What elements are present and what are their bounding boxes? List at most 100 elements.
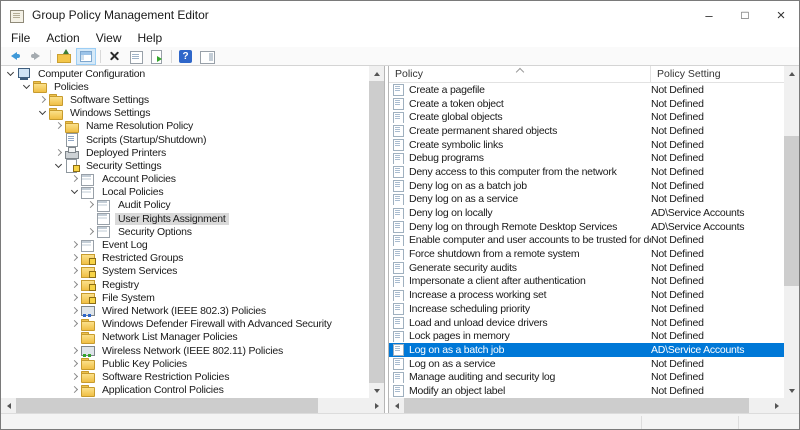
menu-file[interactable]: File (3, 30, 38, 47)
policy-row[interactable]: Manage auditing and security logNot Defi… (389, 370, 784, 384)
chevron-expanded-icon[interactable] (21, 82, 33, 92)
list-horizontal-scrollbar[interactable] (389, 398, 784, 413)
tree-item[interactable]: Policies (1, 80, 369, 93)
chevron-collapsed-icon[interactable] (85, 227, 97, 237)
menu-action[interactable]: Action (38, 30, 87, 47)
properties-button[interactable] (126, 48, 146, 65)
policy-row[interactable]: Modify an object labelNot Defined (389, 384, 784, 398)
maximize-button[interactable] (727, 1, 763, 29)
chevron-collapsed-icon[interactable] (37, 95, 49, 105)
menu-view[interactable]: View (88, 30, 130, 47)
chevron-collapsed-icon[interactable] (69, 359, 81, 369)
tree-item[interactable]: Security Settings (1, 159, 369, 172)
scrollbar-thumb[interactable] (404, 398, 749, 413)
back-button[interactable] (5, 48, 25, 65)
tree-item[interactable]: Scripts (Startup/Shutdown) (1, 133, 369, 146)
tree-item[interactable]: Event Log (1, 238, 369, 251)
chevron-collapsed-icon[interactable] (69, 385, 81, 395)
policy-row[interactable]: Create a token objectNot Defined (389, 97, 784, 111)
policy-row[interactable]: Increase a process working setNot Define… (389, 288, 784, 302)
show-action-pane-button[interactable] (197, 48, 217, 65)
tree-item[interactable]: Account Policies (1, 173, 369, 186)
tree-item[interactable]: Wired Network (IEEE 802.3) Policies (1, 304, 369, 317)
policy-row[interactable]: Impersonate a client after authenticatio… (389, 275, 784, 289)
scroll-left-button[interactable] (389, 398, 404, 413)
policy-row[interactable]: Deny log on as a serviceNot Defined (389, 193, 784, 207)
chevron-collapsed-icon[interactable] (69, 293, 81, 303)
up-one-level-button[interactable] (55, 48, 75, 65)
tree-item[interactable]: User Rights Assignment (1, 212, 369, 225)
column-header-policy[interactable]: Policy (389, 66, 651, 82)
tree-item[interactable]: Name Resolution Policy (1, 120, 369, 133)
chevron-collapsed-icon[interactable] (69, 319, 81, 329)
list-vertical-scrollbar[interactable] (784, 66, 799, 398)
policy-row[interactable]: Increase scheduling priorityNot Defined (389, 302, 784, 316)
chevron-collapsed-icon[interactable] (69, 306, 81, 316)
chevron-collapsed-icon[interactable] (53, 121, 65, 131)
chevron-expanded-icon[interactable] (37, 108, 49, 118)
tree-item[interactable]: Windows Settings (1, 107, 369, 120)
policy-row[interactable]: Create global objectsNot Defined (389, 110, 784, 124)
scroll-up-button[interactable] (369, 66, 384, 81)
chevron-expanded-icon[interactable] (69, 187, 81, 197)
scroll-left-button[interactable] (1, 398, 16, 413)
column-header-policy-setting[interactable]: Policy Setting (651, 66, 784, 82)
policy-row[interactable]: Deny log on locallyAD\Service Accounts (389, 206, 784, 220)
close-button[interactable] (763, 1, 799, 29)
tree-item[interactable]: System Services (1, 265, 369, 278)
tree-item[interactable]: Restricted Groups (1, 252, 369, 265)
policy-row[interactable]: Log on as a batch jobAD\Service Accounts (389, 343, 784, 357)
export-list-button[interactable] (147, 48, 167, 65)
tree-item[interactable]: Computer Configuration (1, 67, 369, 80)
chevron-collapsed-icon[interactable] (69, 266, 81, 276)
minimize-button[interactable] (691, 1, 727, 29)
policy-row[interactable]: Create permanent shared objectsNot Defin… (389, 124, 784, 138)
tree-horizontal-scrollbar[interactable] (1, 398, 384, 413)
tree-item[interactable]: Audit Policy (1, 199, 369, 212)
policy-row[interactable]: Generate security auditsNot Defined (389, 261, 784, 275)
delete-button[interactable] (105, 48, 125, 65)
scrollbar-thumb[interactable] (16, 398, 318, 413)
chevron-expanded-icon[interactable] (5, 69, 17, 79)
tree-item[interactable]: Registry (1, 278, 369, 291)
policy-row[interactable]: Create symbolic linksNot Defined (389, 138, 784, 152)
help-button[interactable] (176, 48, 196, 65)
policy-row[interactable]: Log on as a serviceNot Defined (389, 357, 784, 371)
policy-row[interactable]: Debug programsNot Defined (389, 151, 784, 165)
chevron-collapsed-icon[interactable] (69, 372, 81, 382)
show-console-tree-button[interactable] (76, 48, 96, 65)
chevron-collapsed-icon[interactable] (69, 280, 81, 290)
scroll-down-button[interactable] (784, 383, 799, 398)
forward-button[interactable] (26, 48, 46, 65)
tree-item[interactable]: Network List Manager Policies (1, 331, 369, 344)
tree-item[interactable]: Software Restriction Policies (1, 370, 369, 383)
tree-item[interactable]: Windows Defender Firewall with Advanced … (1, 318, 369, 331)
scroll-down-button[interactable] (369, 383, 384, 398)
tree-item[interactable]: Local Policies (1, 186, 369, 199)
policy-row[interactable]: Deny access to this computer from the ne… (389, 165, 784, 179)
chevron-expanded-icon[interactable] (53, 161, 65, 171)
chevron-collapsed-icon[interactable] (69, 253, 81, 263)
tree-item[interactable]: Deployed Printers (1, 146, 369, 159)
tree-item[interactable]: File System (1, 291, 369, 304)
policy-row[interactable]: Deny log on as a batch jobNot Defined (389, 179, 784, 193)
policy-row[interactable]: Create a pagefileNot Defined (389, 83, 784, 97)
policy-row[interactable]: Load and unload device driversNot Define… (389, 316, 784, 330)
policy-row[interactable]: Lock pages in memoryNot Defined (389, 329, 784, 343)
chevron-collapsed-icon[interactable] (85, 200, 97, 210)
tree-item[interactable]: Wireless Network (IEEE 802.11) Policies (1, 344, 369, 357)
chevron-collapsed-icon[interactable] (69, 240, 81, 250)
chevron-collapsed-icon[interactable] (69, 174, 81, 184)
policy-row[interactable]: Force shutdown from a remote systemNot D… (389, 247, 784, 261)
chevron-collapsed-icon[interactable] (53, 148, 65, 158)
tree-vertical-scrollbar[interactable] (369, 66, 384, 398)
scroll-up-button[interactable] (784, 66, 799, 81)
scroll-right-button[interactable] (769, 398, 784, 413)
scrollbar-thumb[interactable] (784, 136, 799, 286)
tree-item[interactable]: Security Options (1, 225, 369, 238)
chevron-collapsed-icon[interactable] (69, 346, 81, 356)
policy-row[interactable]: Enable computer and user accounts to be … (389, 234, 784, 248)
tree-item[interactable]: Public Key Policies (1, 357, 369, 370)
policy-row[interactable]: Deny log on through Remote Desktop Servi… (389, 220, 784, 234)
scroll-right-button[interactable] (369, 398, 384, 413)
